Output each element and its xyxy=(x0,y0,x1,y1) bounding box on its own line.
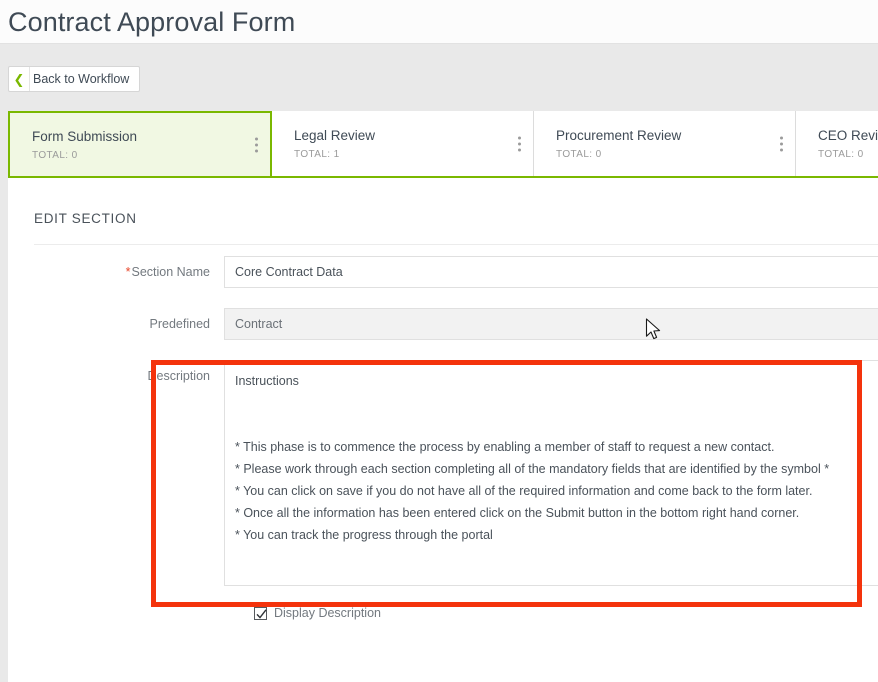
heading-divider xyxy=(34,244,878,245)
back-to-workflow-button[interactable]: ❮ Back to Workflow xyxy=(8,66,141,92)
phase-tab-ceo-review[interactable]: CEO Review TOTAL: 0 xyxy=(796,111,878,176)
phase-tab-total: TOTAL: 1 xyxy=(294,148,340,160)
checkmark-icon xyxy=(256,608,267,619)
display-description-checkbox[interactable] xyxy=(254,606,267,620)
edit-section-form: *Section Name Predefined Description xyxy=(8,256,878,620)
phase-tabs: Form Submission TOTAL: 0 Legal Review TOTAL… xyxy=(8,111,878,178)
description-label: Description xyxy=(147,369,210,383)
kebab-menu-icon[interactable] xyxy=(517,136,521,151)
phase-tab-name: CEO Review xyxy=(818,127,878,143)
section-name-control xyxy=(224,256,878,288)
app-root: Contract Approval Form ❮ Back to Workflo… xyxy=(0,0,878,682)
chevron-left-icon: ❮ xyxy=(13,71,25,87)
phase-tab-name: Form Submission xyxy=(32,128,138,144)
section-name-input[interactable] xyxy=(224,256,878,288)
phase-tab-total: TOTAL: 0 xyxy=(818,148,864,160)
section-name-label-text: Section Name xyxy=(131,265,210,279)
form-row-section-name: *Section Name xyxy=(8,256,878,288)
back-to-workflow-label: Back to Workflow xyxy=(29,67,139,91)
required-asterisk: * xyxy=(125,265,131,279)
phase-tab-name: Legal Review xyxy=(294,127,376,143)
predefined-control xyxy=(224,308,878,340)
description-textarea[interactable] xyxy=(224,360,878,586)
content-panel: EDIT SECTION *Section Name Predefined xyxy=(8,178,878,682)
display-description-label[interactable]: Display Description xyxy=(274,606,381,620)
phase-tab-legal-review[interactable]: Legal Review TOTAL: 1 xyxy=(272,111,534,176)
phase-tab-name: Procurement Review xyxy=(556,127,682,143)
form-row-description: Description xyxy=(8,360,878,586)
predefined-label: Predefined xyxy=(149,317,210,331)
page-title: Contract Approval Form xyxy=(8,7,296,37)
section-heading: EDIT SECTION xyxy=(34,211,137,226)
form-row-predefined: Predefined xyxy=(8,308,878,340)
phase-tab-form-submission[interactable]: Form Submission TOTAL: 0 xyxy=(8,111,272,176)
phase-tab-total: TOTAL: 0 xyxy=(32,149,78,161)
predefined-input xyxy=(224,308,878,340)
phase-tab-procurement-review[interactable]: Procurement Review TOTAL: 0 xyxy=(534,111,796,176)
phase-tab-total: TOTAL: 0 xyxy=(556,148,602,160)
kebab-menu-icon[interactable] xyxy=(254,137,258,152)
description-control xyxy=(224,360,878,586)
section-name-label: *Section Name xyxy=(8,256,224,288)
title-bar: Contract Approval Form xyxy=(0,0,878,44)
display-description-row: Display Description xyxy=(8,606,878,620)
kebab-menu-icon[interactable] xyxy=(779,136,783,151)
